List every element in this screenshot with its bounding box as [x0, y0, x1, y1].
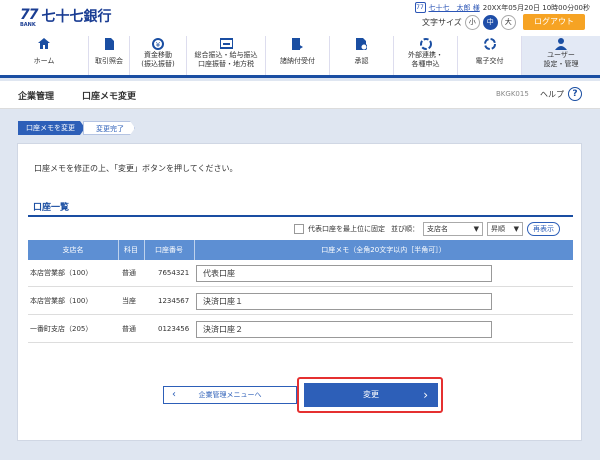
list-controls: 代表口座を最上位に固定 並び順： 支店名 ▼ 昇順 ▼ 再表示: [294, 221, 560, 237]
section-divider: [28, 215, 573, 217]
user-settings-icon: [555, 38, 567, 51]
nav-item-bulk-transfer[interactable]: 総合振込・給与振込 口座振替・地方税: [187, 36, 266, 75]
inquiry-icon: [104, 38, 114, 51]
nav-item-label: 諸納付受付: [280, 57, 315, 65]
approval-icon: [356, 38, 368, 51]
column-header-memo: 口座メモ（全角20文字以内［半角可］）: [321, 246, 446, 254]
nav-item-requests[interactable]: 諸納付受付: [266, 36, 330, 75]
back-to-menu-label: 企業管理メニューへ: [198, 391, 262, 399]
user-info: 77 七十七 太郎 様 20XX年05月20日 10時00分00秒: [414, 2, 590, 13]
table-row: 本店営業部（100） 当座 1234567 決済口座１: [28, 288, 573, 315]
user-name-link[interactable]: 七十七 太郎 様: [429, 3, 480, 13]
chevron-down-icon: ▼: [473, 225, 479, 233]
column-header-account: 口座番号: [155, 246, 183, 254]
nav-item-label: 資金移動 (振込振替): [141, 51, 175, 68]
sort-key-select[interactable]: 支店名 ▼: [423, 222, 483, 236]
redisplay-button[interactable]: 再表示: [527, 222, 560, 236]
nav-item-label: 取引照会: [95, 57, 123, 65]
e-delivery-icon: [483, 38, 496, 51]
bulk-transfer-icon: [218, 38, 234, 51]
fund-transfer-icon: ¥: [152, 38, 164, 51]
branch-cell: 一番町支店（205）: [30, 325, 93, 333]
branch-cell: 本店営業部（100）: [30, 297, 93, 305]
nav-item-approval[interactable]: 承認: [330, 36, 394, 75]
chevron-down-icon: ▼: [513, 225, 519, 233]
column-header-branch: 支店名: [62, 246, 84, 254]
step-current: 口座メモを変更: [18, 121, 85, 135]
sort-key-value: 支店名: [427, 225, 448, 233]
page-title: 口座メモ変更: [82, 92, 137, 102]
memo-input[interactable]: 決済口座１: [196, 293, 492, 310]
screen-code: BKGK015: [496, 90, 529, 98]
step-next: 変更完了: [83, 121, 135, 135]
help-link[interactable]: ヘルプ: [540, 89, 564, 100]
back-to-menu-button[interactable]: ‹ 企業管理メニューへ: [163, 386, 297, 404]
nav-item-label: ホーム: [33, 57, 55, 65]
page-title-bar: 企業管理 口座メモ変更 BKGK015 ヘルプ ?: [0, 81, 600, 109]
nav-item-label: 総合振込・給与振込 口座振替・地方税: [194, 51, 258, 68]
type-cell: 当座: [122, 297, 136, 305]
logo-bank-text: BANK: [20, 22, 36, 28]
text-size-small-button[interactable]: 小: [464, 15, 480, 30]
account-table-header: 支店名 科目 口座番号 口座メモ（全角20文字以内［半角可］）: [28, 240, 573, 260]
nav-item-label: 承認: [354, 57, 369, 65]
table-row: 本店営業部（100） 普通 7654321 代表口座: [28, 260, 573, 287]
instruction-text: 口座メモを修正の上、「変更」ボタンを押してください。: [34, 164, 238, 173]
account-cell: 7654321: [158, 269, 190, 277]
section-title: 企業管理: [18, 92, 55, 102]
pin-representative-label: 代表口座を最上位に固定: [308, 225, 385, 233]
app-header: 77 BANK 七十七銀行 77 七十七 太郎 様 20XX年05月20日 10…: [0, 0, 600, 36]
type-cell: 普通: [122, 325, 136, 333]
nav-item-user-settings[interactable]: ユーザー 設定・管理: [522, 36, 600, 75]
text-size-label: 文字サイズ: [422, 18, 462, 27]
user-icon: 77: [414, 2, 426, 13]
svg-text:¥: ¥: [156, 41, 161, 49]
type-cell: 普通: [122, 269, 136, 277]
logout-button[interactable]: ログアウト: [523, 14, 585, 30]
chevron-right-icon: ›: [423, 388, 428, 402]
change-button[interactable]: 変更 ›: [304, 383, 438, 407]
login-datetime: 20XX年05月20日 10時00分00秒: [482, 3, 590, 12]
sort-label: 並び順：: [391, 225, 419, 233]
request-icon: [292, 38, 303, 51]
step-indicator: 口座メモを変更 変更完了: [18, 121, 135, 135]
logo-mark: 77: [20, 7, 39, 23]
account-cell: 0123456: [158, 325, 190, 333]
account-list-title: 口座一覧: [33, 203, 70, 213]
bank-logo[interactable]: 77 BANK 七十七銀行: [20, 7, 112, 28]
branch-cell: 本店営業部（100）: [30, 269, 93, 277]
nav-item-label: ユーザー 設定・管理: [543, 51, 579, 68]
external-link-icon: [419, 38, 432, 51]
memo-input[interactable]: 代表口座: [196, 265, 492, 282]
nav-item-label: 外部連携・ 各種申込: [408, 51, 443, 68]
sort-order-select[interactable]: 昇順 ▼: [487, 222, 523, 236]
global-nav: ホーム 取引照会 ¥ 資金移動 (振込振替) 総合振込・給与振込 口座振替・地方…: [0, 36, 600, 78]
nav-item-inquiry[interactable]: 取引照会: [89, 36, 130, 75]
help-icon[interactable]: ?: [568, 87, 582, 101]
table-row: 一番町支店（205） 普通 0123456 決済口座２: [28, 316, 573, 343]
nav-item-external-link[interactable]: 外部連携・ 各種申込: [394, 36, 458, 75]
memo-input[interactable]: 決済口座２: [196, 321, 492, 338]
text-size-medium-button[interactable]: 中: [482, 15, 498, 30]
home-icon: [38, 38, 50, 51]
account-cell: 1234567: [158, 297, 190, 305]
nav-item-home[interactable]: ホーム: [0, 36, 89, 75]
pin-representative-checkbox[interactable]: [294, 224, 304, 234]
text-size-large-button[interactable]: 大: [500, 15, 516, 30]
nav-item-label: 電子交付: [475, 57, 504, 65]
change-button-label: 変更: [363, 390, 379, 399]
sort-order-value: 昇順: [491, 225, 505, 233]
logo-bank-name: 七十七銀行: [41, 9, 112, 25]
column-header-type: 科目: [124, 246, 138, 254]
nav-item-fund-transfer[interactable]: ¥ 資金移動 (振込振替): [130, 36, 187, 75]
text-size-control: 文字サイズ 小 中 大: [422, 15, 516, 30]
nav-item-e-delivery[interactable]: 電子交付: [458, 36, 522, 75]
